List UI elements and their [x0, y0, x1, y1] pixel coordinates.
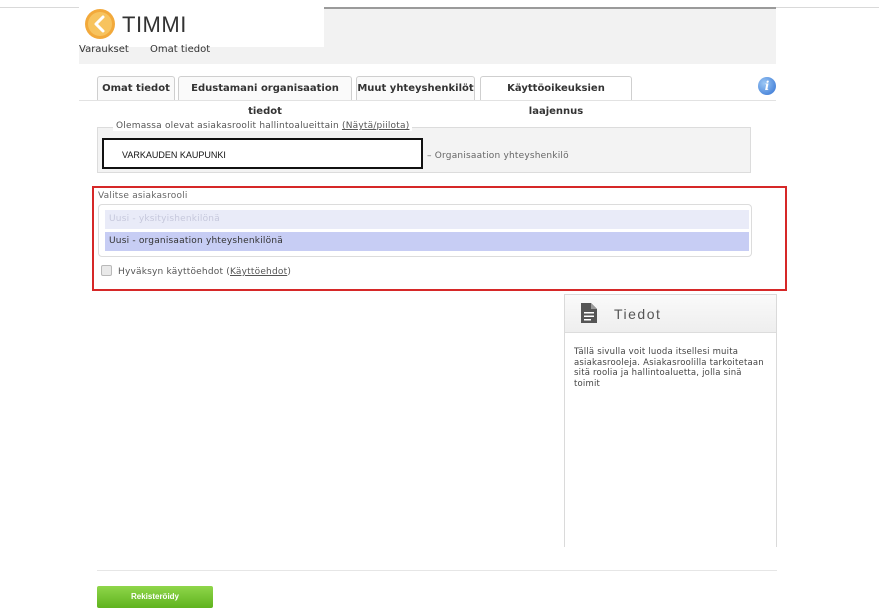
document-icon — [581, 303, 597, 323]
app-logo-text: TIMMI — [122, 12, 187, 37]
accept-terms-checkbox[interactable] — [101, 265, 112, 276]
info-panel: Tiedot Tällä sivulla voit luoda itselles… — [564, 294, 777, 547]
role-option-organization-contact[interactable]: Uusi - organisaation yhteyshenkilönä — [105, 232, 749, 251]
tab-edustamani-organisaation-tiedot[interactable]: Edustamani organisaation tiedot — [178, 76, 352, 117]
top-nav: Varaukset Omat tiedot — [79, 44, 228, 62]
terms-link[interactable]: Käyttöehdot — [230, 267, 287, 277]
terms-row: Hyväksyn käyttöehdot (Käyttöehdot) — [101, 265, 291, 277]
register-button[interactable]: Rekisteröidy — [97, 586, 213, 608]
info-icon[interactable]: i — [758, 77, 776, 95]
info-panel-text: Tällä sivulla voit luoda itsellesi muita… — [574, 347, 764, 389]
back-arrow-circle-icon[interactable] — [84, 8, 116, 40]
info-panel-header: Tiedot — [565, 295, 776, 333]
tab-omat-tiedot[interactable]: Omat tiedot — [97, 76, 175, 100]
info-panel-title: Tiedot — [614, 306, 662, 322]
organization-name: VARKAUDEN KAUPUNKI — [102, 138, 423, 169]
nav-item-varaukset[interactable]: Varaukset — [79, 44, 129, 55]
tab-muut-yhteyshenkilot[interactable]: Muut yhteyshenkilöt — [356, 76, 475, 100]
organization-role: – Organisaation yhteyshenkilö — [427, 151, 569, 161]
existing-roles-legend: Olemassa olevat asiakasroolit hallintoal… — [113, 121, 413, 131]
footer-divider — [97, 570, 777, 571]
nav-item-omat-tiedot[interactable]: Omat tiedot — [150, 44, 210, 55]
terms-label: Hyväksyn käyttöehdot — [118, 267, 224, 277]
choose-role-legend: Valitse asiakasrooli — [98, 191, 188, 201]
tab-kayttooikeuksien-laajennus[interactable]: Käyttöoikeuksien laajennus — [480, 76, 632, 117]
tabs-underline — [79, 100, 776, 101]
show-hide-link[interactable]: (Näytä/piilota) — [342, 121, 409, 131]
role-option-private: Uusi - yksityishenkilönä — [105, 210, 749, 229]
role-select-list[interactable]: Uusi - yksityishenkilönä Uusi - organisa… — [98, 204, 752, 257]
